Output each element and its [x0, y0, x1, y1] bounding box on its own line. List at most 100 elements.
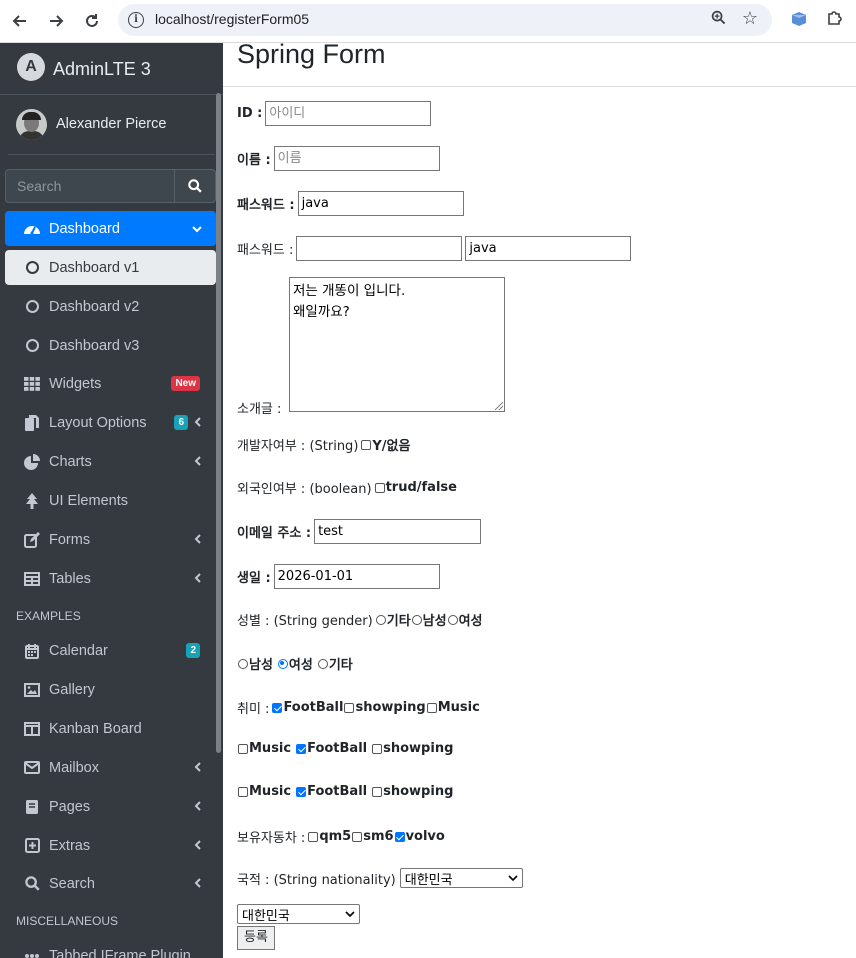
- address-bar[interactable]: i localhost/registerForm05 ☆: [118, 4, 772, 36]
- user-name[interactable]: Alexander Pierce: [56, 116, 166, 132]
- sidebar-item-charts[interactable]: Charts: [5, 444, 216, 479]
- forward-arrow-icon[interactable]: [44, 9, 68, 33]
- sidebar-item-label: Forms: [49, 531, 91, 548]
- puzzle-extensions-icon[interactable]: [826, 9, 844, 32]
- circle-icon: [22, 339, 42, 352]
- hobby2-checkbox-showping[interactable]: [372, 743, 383, 754]
- gender2-radio-male[interactable]: [238, 658, 248, 669]
- sidebar-item-layout-options[interactable]: Layout Options 6: [5, 405, 216, 440]
- sidebar-search-button[interactable]: [174, 169, 216, 203]
- gender2-radio-female[interactable]: [277, 658, 288, 669]
- chevron-left-icon: [194, 572, 202, 586]
- sidebar-item-label: Widgets: [49, 375, 102, 392]
- hobby3-checkbox-showping[interactable]: [372, 786, 383, 797]
- gender-radio-female[interactable]: [447, 614, 458, 625]
- sidebar-item-label: UI Elements: [49, 492, 128, 509]
- sidebar-item-label: Dashboard v3: [49, 337, 140, 354]
- sidebar-item-dashboard-v3[interactable]: Dashboard v3: [5, 328, 216, 363]
- zoom-icon[interactable]: [711, 10, 726, 29]
- sidebar-item-widgets[interactable]: Widgets New: [5, 366, 216, 401]
- nationality2-select[interactable]: 대한민국: [237, 904, 360, 924]
- sidebar-item-tables[interactable]: Tables: [5, 561, 216, 596]
- password2-input-b[interactable]: java: [465, 236, 632, 261]
- name-input[interactable]: 이름: [273, 146, 440, 171]
- car-checkbox-volvo[interactable]: [394, 831, 405, 842]
- gender-radio-etc[interactable]: [375, 614, 386, 625]
- sidebar-item-calendar[interactable]: Calendar 2: [5, 633, 216, 668]
- submit-button[interactable]: 등록: [237, 926, 275, 950]
- foreigner-checkbox[interactable]: [374, 482, 385, 493]
- gender-option: 기타: [386, 614, 411, 629]
- hobby2-option: showping: [383, 741, 454, 756]
- brand-name: AdminLTE 3: [53, 59, 151, 79]
- sidebar-item-tabbed-iframe[interactable]: Tabbed IFrame Plugin: [5, 938, 216, 958]
- foreigner-label: 외국인여부 : (boolean): [237, 482, 372, 497]
- book-icon: [22, 799, 42, 815]
- hobby-option: Music: [437, 700, 480, 715]
- extension-icon[interactable]: [790, 10, 808, 28]
- gender2-option: 여성: [288, 658, 313, 673]
- intro-line-1: 저는 개똥이 입니다.: [293, 283, 406, 299]
- back-arrow-icon[interactable]: [8, 9, 32, 33]
- brand[interactable]: A AdminLTE 3: [0, 43, 223, 95]
- image-icon: [22, 682, 42, 697]
- hobby3-checkbox-music[interactable]: [238, 786, 248, 797]
- page-title: Spring Form: [237, 39, 386, 69]
- sidebar-item-gallery[interactable]: Gallery: [5, 672, 216, 707]
- sidebar-item-label: Gallery: [49, 681, 95, 698]
- sidebar-item-mailbox[interactable]: Mailbox: [5, 750, 216, 785]
- url-text: localhost/registerForm05: [155, 11, 310, 27]
- password-row: 패스워드 : java: [237, 191, 464, 216]
- sidebar-item-ui-elements[interactable]: UI Elements: [5, 483, 216, 518]
- ellipsis-icon: [22, 953, 42, 958]
- password-input[interactable]: java: [297, 191, 464, 216]
- car-checkbox-sm6[interactable]: [352, 831, 363, 842]
- developer-option: Y/없음: [372, 439, 411, 454]
- grid-icon: [22, 376, 42, 391]
- birth-input[interactable]: 2026-01-01: [273, 564, 440, 589]
- calendar-icon: [22, 643, 42, 659]
- hobby-checkbox-football[interactable]: [272, 702, 283, 713]
- sidebar-item-pages[interactable]: Pages: [5, 789, 216, 824]
- hobby-checkbox-music[interactable]: [426, 702, 437, 713]
- id-input[interactable]: 아이디: [265, 101, 432, 126]
- count-badge: 2: [186, 643, 200, 658]
- chevron-left-icon: [194, 416, 202, 430]
- sidebar-item-kanban[interactable]: Kanban Board: [5, 711, 216, 746]
- hobby3-checkbox-football[interactable]: [296, 786, 307, 797]
- nationality-select[interactable]: 대한민국: [399, 868, 523, 888]
- sidebar-item-label: Tables: [49, 570, 91, 587]
- hobby2-checkbox-music[interactable]: [238, 743, 248, 754]
- developer-checkbox[interactable]: [361, 439, 372, 450]
- sidebar-item-dashboard-v1[interactable]: Dashboard v1: [5, 250, 216, 285]
- sidebar-item-search[interactable]: Search: [5, 866, 216, 901]
- chevron-left-icon: [194, 533, 202, 547]
- reload-icon[interactable]: [80, 9, 104, 33]
- new-badge: New: [171, 376, 200, 391]
- password2-row: 패스워드 : java: [237, 236, 632, 261]
- sidebar-scrollbar[interactable]: [216, 93, 221, 753]
- gender-radio-male[interactable]: [411, 614, 422, 625]
- hobby2-checkbox-football[interactable]: [296, 743, 307, 754]
- sidebar-item-dashboard-v2[interactable]: Dashboard v2: [5, 289, 216, 324]
- hobby-label: 취미 :: [237, 702, 270, 717]
- sidebar-item-forms[interactable]: Forms: [5, 522, 216, 557]
- nationality-select-value: 대한민국: [404, 872, 453, 888]
- search-icon: [188, 179, 202, 193]
- chevron-left-icon: [194, 877, 202, 891]
- sidebar-search-input[interactable]: Search: [5, 169, 175, 203]
- car-checkbox-qm5[interactable]: [308, 831, 319, 842]
- email-input[interactable]: test: [314, 519, 482, 544]
- user-panel[interactable]: Alexander Pierce: [8, 95, 215, 155]
- hobby-checkbox-showping[interactable]: [344, 702, 355, 713]
- info-icon[interactable]: i: [128, 12, 144, 28]
- sidebar-item-label: Dashboard v2: [49, 298, 140, 315]
- gender2-radio-etc[interactable]: [317, 658, 328, 669]
- resize-handle[interactable]: [495, 402, 503, 410]
- sidebar-item-extras[interactable]: Extras: [5, 828, 216, 863]
- sidebar-item-dashboard[interactable]: Dashboard: [5, 211, 216, 246]
- bookmark-star-icon[interactable]: ☆: [742, 8, 758, 29]
- sidebar-item-label: Search: [49, 875, 95, 892]
- intro-textarea[interactable]: 저는 개똥이 입니다. 왜일까요?: [289, 277, 505, 412]
- password2-input-a[interactable]: [296, 236, 463, 261]
